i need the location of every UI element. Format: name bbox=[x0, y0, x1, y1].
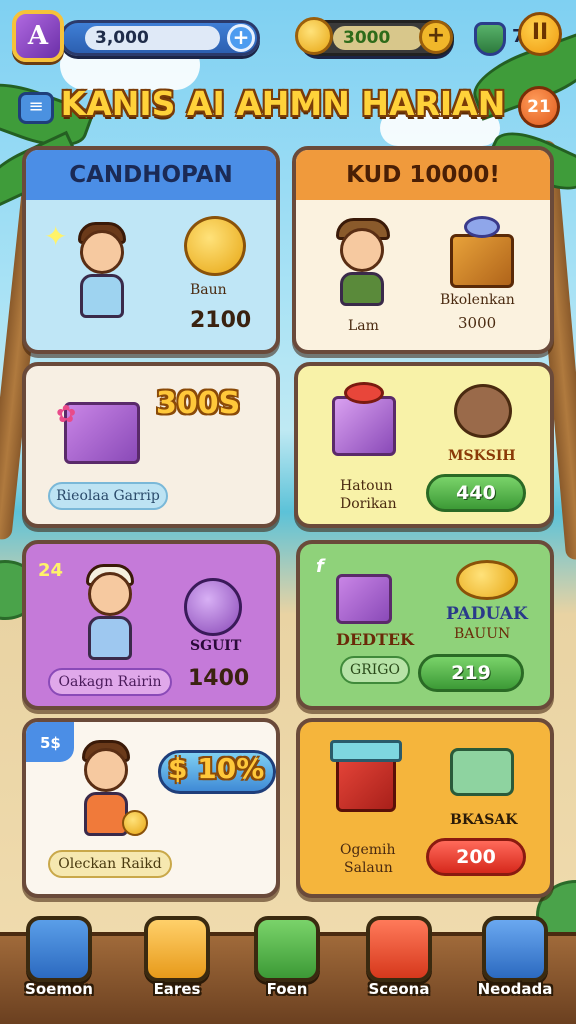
sparkle-icon: ✦ bbox=[44, 220, 68, 253]
flower-icon: ✿ bbox=[56, 400, 77, 428]
badge-icon bbox=[184, 578, 242, 636]
nav-label: Foen bbox=[266, 980, 308, 998]
reward-value: 1400 bbox=[188, 666, 250, 691]
reward-label: BKASAK bbox=[450, 812, 518, 828]
nav-item-foen[interactable]: Foen bbox=[250, 916, 324, 1020]
card-header: KUD 10000! bbox=[296, 150, 550, 200]
gold-star-icon bbox=[456, 560, 518, 600]
nav-label: Soemon bbox=[25, 980, 93, 998]
coin-icon bbox=[295, 17, 333, 55]
top-bar: 3,000 + A 3000 + 7 II bbox=[8, 6, 568, 64]
badge-label: Oleckan Raikd bbox=[58, 856, 162, 872]
gems-counter: 3,000 + bbox=[60, 20, 260, 56]
reward-value: 2100 bbox=[190, 308, 252, 333]
claim-button[interactable]: 219 bbox=[418, 654, 524, 692]
nav-label: Sceona bbox=[368, 980, 430, 998]
item-label-line1: Hatoun bbox=[340, 478, 393, 494]
reward-label: Bkolenkan bbox=[440, 292, 515, 308]
gift-box-icon bbox=[450, 234, 514, 288]
offer-card-6[interactable]: f DEDTEK GRIGO PADUAK BAUUN 219 bbox=[296, 540, 554, 710]
item-label-line1: Ogemih bbox=[340, 842, 396, 858]
boy-character-icon bbox=[326, 218, 406, 318]
corner-tag: 24 bbox=[38, 560, 64, 581]
offer-card-1[interactable]: CANDHOPAN ✦ Baun 2100 bbox=[22, 146, 280, 354]
label-badge: GRIGO bbox=[340, 656, 410, 684]
profile-icon bbox=[482, 916, 548, 982]
label-badge: Rieolaa Garrip bbox=[48, 482, 168, 510]
gold-medal-icon bbox=[184, 216, 246, 276]
nav-item-soemon[interactable]: Soemon bbox=[22, 916, 96, 1020]
nav-label: Neodada bbox=[477, 980, 553, 998]
reward-label: MSKSIH bbox=[448, 448, 516, 464]
bow-icon bbox=[344, 382, 384, 404]
gift-bow-icon bbox=[464, 216, 500, 238]
offer-card-2[interactable]: KUD 10000! Lam Bkolenkan 3000 bbox=[292, 146, 554, 354]
purple-chest-icon bbox=[336, 574, 392, 624]
cookie-icon bbox=[454, 384, 512, 438]
tools-icon bbox=[144, 916, 210, 982]
girl-character-icon bbox=[70, 222, 140, 332]
claim-button-value: 219 bbox=[451, 662, 491, 684]
badge-label: Rieolaa Garrip bbox=[56, 488, 160, 504]
corner-tag: 5$ bbox=[40, 734, 61, 752]
avatar-letter-icon: A bbox=[27, 21, 49, 51]
timer-badge[interactable]: 21 bbox=[518, 86, 560, 128]
nav-item-eares[interactable]: Eares bbox=[140, 916, 214, 1020]
claim-button-value: 440 bbox=[456, 482, 496, 504]
claim-button[interactable]: 440 bbox=[426, 474, 526, 512]
hammer-icon bbox=[26, 916, 92, 982]
coins-value: 3000 bbox=[333, 26, 423, 50]
label-badge: Oleckan Raikd bbox=[48, 850, 172, 878]
gift-box-icon bbox=[332, 396, 396, 456]
item-label-line2: Dorikan bbox=[340, 496, 397, 512]
item-label-line2: Salaun bbox=[344, 860, 393, 876]
coin-icon bbox=[122, 810, 148, 836]
bottom-nav: Soemon Eares Foen Sceona Neodada bbox=[0, 916, 576, 1024]
bonus-value: 300S bbox=[156, 386, 241, 421]
nav-item-sceona[interactable]: Sceona bbox=[362, 916, 436, 1020]
title-label-line1: PADUAK bbox=[446, 604, 528, 624]
reward-value: 3000 bbox=[458, 314, 497, 332]
reward-label: SGUIT bbox=[190, 638, 242, 654]
nav-label: Eares bbox=[153, 980, 201, 998]
badge-label: Oakagn Rairin bbox=[58, 674, 162, 690]
gift-lid-icon bbox=[330, 740, 402, 762]
nav-item-neodada[interactable]: Neodada bbox=[478, 916, 552, 1020]
discount-value: $ 10% bbox=[168, 752, 265, 785]
shield-icon bbox=[474, 22, 506, 56]
cash-box-icon bbox=[450, 748, 514, 796]
gems-value: 3,000 bbox=[85, 26, 220, 50]
torch-icon bbox=[254, 916, 320, 982]
offer-card-3[interactable]: ✿ 300S Rieolaa Garrip bbox=[22, 362, 280, 528]
item-label: DEDTEK bbox=[336, 630, 414, 649]
corner-tag: f bbox=[316, 556, 324, 577]
card-title: CANDHOPAN bbox=[69, 162, 233, 188]
card-header: CANDHOPAN bbox=[26, 150, 276, 200]
badge-label: GRIGO bbox=[350, 662, 400, 678]
buy-button[interactable]: 200 bbox=[426, 838, 526, 876]
offer-card-8[interactable]: Ogemih Salaun BKASAK 200 bbox=[296, 718, 554, 898]
buy-button-value: 200 bbox=[456, 846, 496, 868]
offer-card-5[interactable]: 24 SGUIT 1400 Oakagn Rairin bbox=[22, 540, 280, 710]
page-title: KANIS AI AHMN HARIAN bbox=[60, 84, 506, 123]
map-icon bbox=[366, 916, 432, 982]
reward-label: Baun bbox=[190, 282, 227, 298]
pause-button[interactable]: II bbox=[518, 12, 562, 56]
add-coins-button[interactable]: + bbox=[419, 20, 453, 54]
character-label: Lam bbox=[348, 318, 379, 334]
title-label-line2: BAUUN bbox=[454, 626, 511, 642]
menu-button[interactable]: ≡ bbox=[18, 92, 54, 124]
coins-counter: 3000 + bbox=[295, 17, 454, 56]
offer-card-7[interactable]: 5$ $ 10% Oleckan Raikd bbox=[22, 718, 280, 898]
label-badge: Oakagn Rairin bbox=[48, 668, 172, 696]
card-title: KUD 10000! bbox=[346, 162, 500, 188]
add-gems-button[interactable]: + bbox=[227, 24, 255, 52]
offer-card-4[interactable]: MSKSIH Hatoun Dorikan 440 bbox=[294, 362, 554, 528]
player-avatar[interactable]: A bbox=[12, 10, 64, 62]
child-character-icon bbox=[80, 564, 150, 674]
